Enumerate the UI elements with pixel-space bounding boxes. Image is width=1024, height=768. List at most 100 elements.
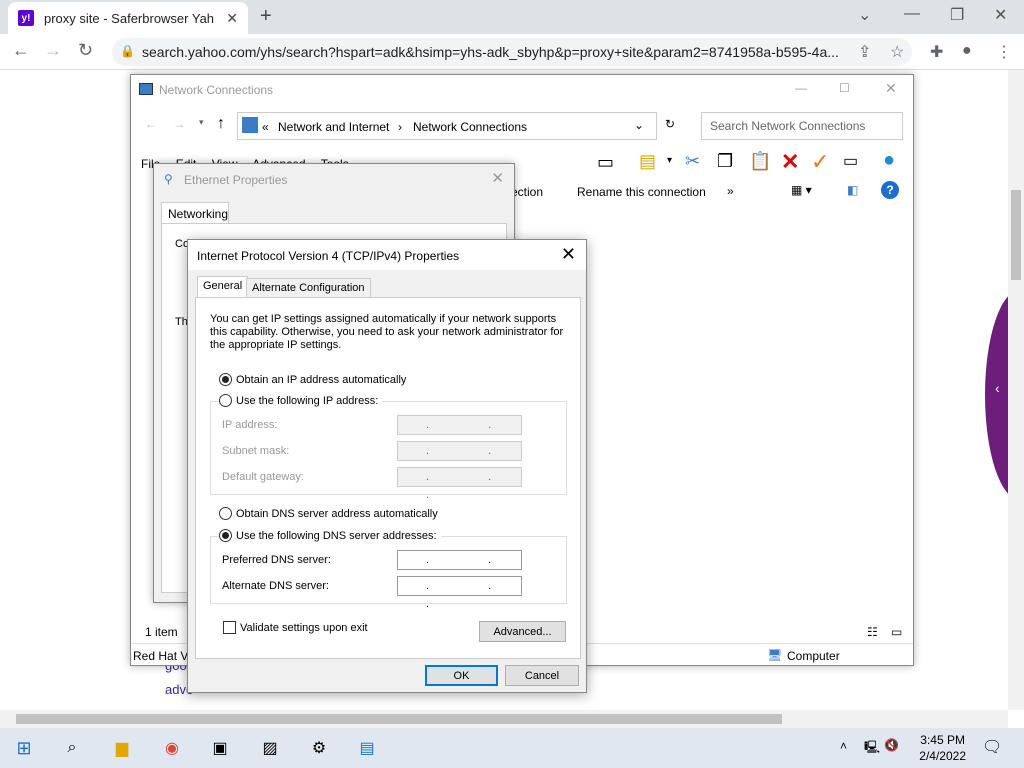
cut-icon[interactable]: ✂ bbox=[685, 151, 700, 172]
chevron-left-icon[interactable]: ‹ bbox=[995, 380, 1000, 396]
cmd-partial[interactable]: ection bbox=[511, 185, 543, 199]
network-connections-taskbar-icon[interactable]: ▤ bbox=[355, 736, 379, 760]
breadcrumb-separator-icon: › bbox=[398, 120, 402, 134]
browser-tab-bar: y! proxy site - Saferbrowser Yahoo ✕ + ⌄… bbox=[0, 0, 1024, 34]
breadcrumb-network-connections[interactable]: Network Connections bbox=[413, 120, 527, 134]
dialog-titlebar: Internet Protocol Version 4 (TCP/IPv4) P… bbox=[188, 240, 586, 270]
up-arrow-icon[interactable]: ↑ bbox=[217, 115, 225, 133]
cancel-button[interactable]: Cancel bbox=[505, 665, 579, 686]
tab-search-chevron-icon[interactable]: ⌄ bbox=[858, 5, 871, 25]
reload-icon[interactable]: ↻ bbox=[78, 40, 93, 61]
close-icon[interactable]: ✕ bbox=[491, 169, 504, 187]
back-icon[interactable]: ← bbox=[12, 40, 30, 61]
windows-start-icon[interactable]: ⊞ bbox=[12, 736, 36, 760]
item-count: 1 item bbox=[145, 625, 178, 639]
details-view-icon[interactable]: ☷ bbox=[867, 625, 878, 639]
minimize-icon[interactable]: — bbox=[904, 5, 920, 23]
recent-chevron-icon[interactable]: ▾ bbox=[199, 117, 204, 128]
volume-muted-icon[interactable]: 🔇 bbox=[884, 738, 899, 752]
radio-label: Use the following DNS server addresses: bbox=[236, 529, 437, 542]
taskbar: ⊞ ⌕ ▆ ◉ ▣ ▨ ⚙ ▤ ˄ 🖳 🔇 3:45 PM 2/4/2022 🗨 bbox=[0, 728, 1024, 768]
extensions-icon[interactable]: ✚ bbox=[930, 42, 943, 62]
horizontal-scroll-thumb[interactable] bbox=[16, 714, 782, 724]
new-tab-icon[interactable]: + bbox=[260, 5, 272, 28]
dropdown-icon[interactable]: ▾ bbox=[667, 155, 672, 166]
folder-icon[interactable]: ▤ bbox=[639, 151, 656, 172]
undo-icon[interactable]: ▭ bbox=[843, 151, 858, 171]
paste-icon[interactable]: 📋 bbox=[749, 151, 771, 172]
search-input[interactable]: Search Network Connections bbox=[701, 112, 903, 140]
help-icon[interactable]: ? bbox=[881, 181, 899, 199]
profile-avatar-icon[interactable]: ● bbox=[962, 42, 972, 60]
share-icon[interactable]: ⇪ bbox=[858, 42, 871, 62]
network-status-icon[interactable]: 🖳 bbox=[864, 738, 880, 759]
rename-connection-button[interactable]: Rename this connection bbox=[577, 185, 706, 199]
subnet-mask-field[interactable]: . . . bbox=[397, 441, 522, 475]
vertical-scrollbar[interactable] bbox=[1008, 70, 1024, 710]
store-icon[interactable]: ▣ bbox=[208, 736, 232, 760]
tab-general[interactable]: General bbox=[197, 276, 249, 298]
ethernet-icon: ⚲ bbox=[164, 172, 173, 186]
system-clock[interactable]: 3:45 PM 2/4/2022 bbox=[919, 732, 966, 764]
delete-icon[interactable]: ✕ bbox=[781, 149, 799, 175]
menu-kebab-icon[interactable]: ⋮ bbox=[996, 42, 1012, 62]
back-icon[interactable]: ← bbox=[145, 117, 157, 131]
tab-alternate-configuration[interactable]: Alternate Configuration bbox=[246, 278, 371, 298]
restore-icon[interactable]: ❐ bbox=[950, 5, 964, 25]
large-icons-view-icon[interactable]: ▭ bbox=[891, 625, 902, 639]
checkbox-indicator bbox=[223, 621, 236, 634]
url-field[interactable]: search.yahoo.com/yhs/search?hspart=adk&h… bbox=[112, 38, 912, 66]
ok-button[interactable]: OK bbox=[425, 665, 498, 686]
maximize-icon[interactable]: ☐ bbox=[839, 81, 850, 95]
radio-label: Obtain an IP address automatically bbox=[236, 373, 407, 386]
subnet-mask-label: Subnet mask: bbox=[222, 445, 290, 457]
photos-icon[interactable]: ▨ bbox=[258, 736, 282, 760]
clock-time: 3:45 PM bbox=[920, 733, 965, 747]
obtain-ip-auto-radio[interactable]: Obtain an IP address automatically bbox=[219, 373, 406, 386]
tab-networking[interactable]: Networking bbox=[161, 202, 229, 224]
browser-tab[interactable]: y! proxy site - Saferbrowser Yahoo ✕ bbox=[8, 2, 248, 34]
properties-check-icon[interactable]: ✓ bbox=[811, 149, 829, 175]
alternate-dns-field[interactable]: . . . bbox=[397, 576, 522, 610]
forward-icon[interactable]: → bbox=[173, 117, 185, 131]
obtain-dns-auto-radio[interactable]: Obtain DNS server address automatically bbox=[219, 507, 438, 520]
vertical-scroll-thumb[interactable] bbox=[1011, 190, 1021, 280]
close-icon[interactable]: ✕ bbox=[885, 80, 897, 97]
globe-icon[interactable]: ● bbox=[883, 149, 895, 172]
lock-icon[interactable]: 🔒 bbox=[120, 44, 135, 58]
close-tab-icon[interactable]: ✕ bbox=[226, 10, 238, 27]
search-icon[interactable]: ⌕ bbox=[60, 736, 84, 760]
use-following-ip-radio[interactable]: Use the following IP address: bbox=[219, 394, 383, 407]
settings-gear-icon[interactable]: ⚙ bbox=[307, 736, 331, 760]
description-text: You can get IP settings assigned automat… bbox=[210, 313, 564, 351]
breadcrumb-network-internet[interactable]: Network and Internet bbox=[278, 120, 389, 134]
close-icon[interactable]: ✕ bbox=[561, 244, 576, 265]
notifications-icon[interactable]: 🗨 bbox=[982, 737, 1002, 757]
radio-label: Use the following IP address: bbox=[236, 394, 379, 407]
validate-settings-checkbox[interactable]: Validate settings upon exit bbox=[223, 621, 368, 634]
bookmark-star-icon[interactable]: ☆ bbox=[890, 42, 904, 62]
chrome-icon[interactable]: ◉ bbox=[160, 736, 184, 760]
more-commands-button[interactable]: » bbox=[727, 184, 734, 198]
close-window-icon[interactable]: ✕ bbox=[994, 5, 1007, 25]
minimize-icon[interactable]: — bbox=[795, 81, 807, 95]
preview-pane-toggle-icon[interactable]: ◧ bbox=[847, 183, 858, 197]
use-following-dns-radio[interactable]: Use the following DNS server addresses: bbox=[219, 529, 441, 542]
default-gateway-field[interactable]: . . . bbox=[397, 467, 522, 501]
forward-icon[interactable]: → bbox=[44, 40, 62, 61]
change-view-icon[interactable]: ▦ ▾ bbox=[791, 183, 812, 197]
copy-icon[interactable]: ❐ bbox=[717, 151, 733, 172]
preferred-dns-field[interactable]: . . . bbox=[397, 550, 522, 584]
breadcrumb-overflow-icon[interactable]: « bbox=[262, 120, 269, 134]
advanced-button[interactable]: Advanced... bbox=[479, 621, 566, 642]
preview-pane-icon[interactable]: ▭ bbox=[597, 152, 614, 173]
explorer-address-bar[interactable]: « Network and Internet › Network Connect… bbox=[237, 112, 657, 140]
file-explorer-icon[interactable]: ▆ bbox=[110, 736, 134, 760]
address-dropdown-icon[interactable]: ⌄ bbox=[634, 118, 644, 132]
computer-icon: 🖥 bbox=[767, 648, 783, 662]
chevron-up-icon[interactable]: ˄ bbox=[840, 739, 847, 753]
dialog-title: Internet Protocol Version 4 (TCP/IPv4) P… bbox=[197, 249, 460, 263]
window-title: Network Connections bbox=[159, 83, 274, 97]
refresh-icon[interactable]: ↻ bbox=[665, 117, 675, 131]
ip-address-field[interactable]: . . . bbox=[397, 415, 522, 449]
